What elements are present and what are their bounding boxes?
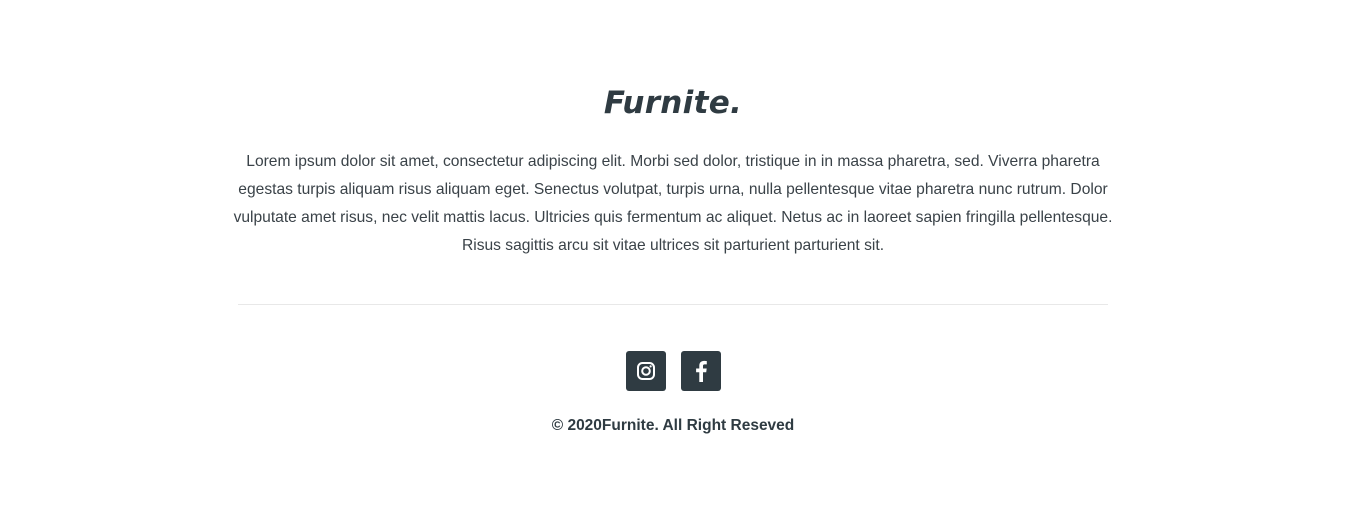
footer-divider — [238, 304, 1108, 305]
instagram-icon — [636, 361, 656, 381]
social-links — [626, 351, 721, 391]
instagram-button[interactable] — [626, 351, 666, 391]
facebook-icon — [694, 360, 708, 382]
brand-logo[interactable]: Furnite. — [0, 83, 1346, 123]
site-footer: Furnite. Lorem ipsum dolor sit amet, con… — [0, 0, 1346, 511]
copyright-text: © 2020Furnite. All Right Reseved — [551, 417, 795, 434]
footer-description: Lorem ipsum dolor sit amet, consectetur … — [233, 153, 1113, 254]
facebook-button[interactable] — [681, 351, 721, 391]
